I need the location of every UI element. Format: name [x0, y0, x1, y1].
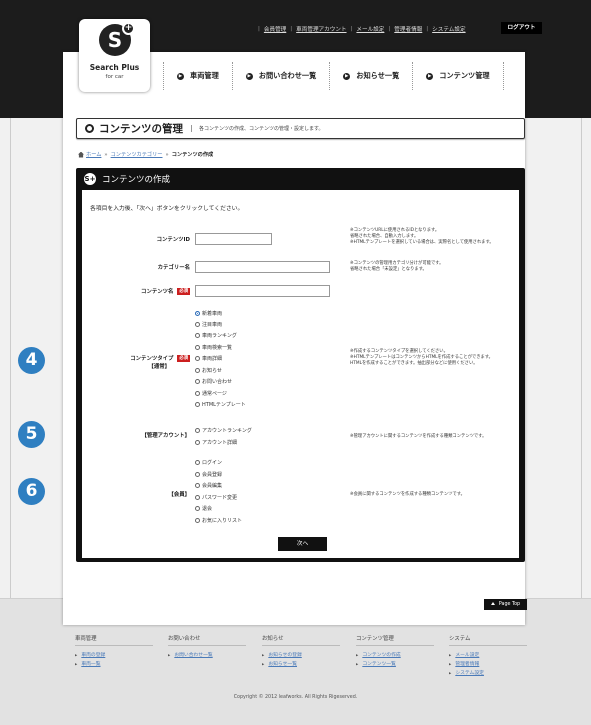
step-badge-5: 5: [18, 421, 45, 448]
radio-member-register[interactable]: 会員登録: [195, 471, 222, 478]
member-label: 【会員】: [168, 492, 190, 498]
home-icon: [78, 151, 84, 158]
arrow-right-icon: ▶: [177, 72, 184, 80]
arrow-up-icon: [490, 602, 495, 605]
radio-password-change[interactable]: パスワード変更: [195, 494, 237, 501]
top-link-vehicle-accounts[interactable]: 車両管理アカウント: [296, 25, 346, 33]
breadcrumb-category[interactable]: コンテンツカテゴリー: [111, 151, 163, 158]
radio-new-vehicles[interactable]: 新着車両: [195, 310, 222, 317]
required-badge: 必須: [177, 288, 190, 295]
content-type-sub-label: 【通常】: [148, 364, 170, 370]
footer-column-news: お知らせ お知らせの登録 お知らせ一覧: [262, 634, 342, 669]
breadcrumb-home[interactable]: ホーム: [86, 151, 101, 158]
page-title: コンテンツの管理: [99, 123, 183, 135]
page-top-button[interactable]: Page Top: [484, 599, 527, 610]
radio-normal-page[interactable]: 通常ページ: [195, 390, 227, 397]
content-name-input[interactable]: [195, 285, 330, 297]
category-name-note: ※コンテンツの管理用カテゴリ分けが可能です。 省略された場合「未設定」となります…: [350, 261, 444, 273]
logo-mark-icon: S +: [99, 22, 135, 56]
breadcrumb-current: コンテンツの作成: [171, 152, 214, 158]
panel-title: コンテンツの作成: [102, 175, 171, 185]
footer-link[interactable]: メール設定: [449, 651, 529, 660]
content-create-panel: S+ コンテンツの作成 各項目を入力後、「次へ」ボタンをクリックしてください。 …: [76, 168, 525, 562]
footer-column-contents: コンテンツ管理 コンテンツの作成 コンテンツ一覧: [356, 634, 436, 669]
left-rule: [10, 118, 11, 598]
footer-column-inquiries: お問い合わせ お問い合わせ一覧: [168, 634, 248, 660]
radio-vehicle-ranking[interactable]: 車両ランキング: [195, 332, 237, 339]
top-link-system-settings[interactable]: システム設定: [432, 25, 465, 33]
radio-html-template[interactable]: HTMLテンプレート: [195, 401, 246, 408]
footer-link[interactable]: お知らせ一覧: [262, 660, 342, 669]
radio-inquiry[interactable]: お問い合わせ: [195, 378, 232, 385]
category-name-input[interactable]: [195, 261, 330, 273]
radio-account-ranking[interactable]: アカウントランキング: [195, 427, 252, 434]
footer-column-vehicles: 車両管理 車両の登録 車両一覧: [75, 634, 155, 669]
radio-account-detail[interactable]: アカウント詳細: [195, 439, 237, 446]
top-link-admin-info[interactable]: 管理者情報: [394, 25, 422, 33]
content-id-note: ※コンテンツURLに使用されるIDとなります。 省略された場合、自動入力します。…: [350, 228, 494, 246]
category-name-label: カテゴリー名: [157, 265, 190, 271]
footer-link[interactable]: 車両の登録: [75, 651, 155, 660]
logo-subtitle: for car: [105, 74, 124, 80]
footer-link[interactable]: お問い合わせ一覧: [168, 651, 248, 660]
content-type-note: ※作成するコンテンツタイプを選択してください。 ※HTMLテンプレートはコンテン…: [350, 349, 493, 367]
radio-login[interactable]: ログイン: [195, 459, 222, 466]
radio-favorites[interactable]: お気に入りリスト: [195, 517, 242, 524]
page-description: 各コンテンツの作成、コンテンツの管理・設定します。: [191, 125, 324, 132]
nav-item-contents[interactable]: ▶ コンテンツ管理: [412, 62, 504, 90]
logo-title: Search Plus: [89, 63, 140, 72]
breadcrumb: ホーム » コンテンツカテゴリー » コンテンツの作成: [78, 151, 213, 158]
search-plus-icon: S+: [84, 173, 96, 185]
footer-link[interactable]: コンテンツの作成: [356, 651, 436, 660]
arrow-right-icon: ▶: [245, 72, 253, 80]
form-intro: 各項目を入力後、「次へ」ボタンをクリックしてください。: [90, 206, 244, 212]
footer-link[interactable]: システム設定: [449, 669, 529, 678]
radio-member-edit[interactable]: 会員編集: [195, 482, 222, 489]
content-id-input[interactable]: [195, 233, 272, 245]
arrow-right-icon: ▶: [343, 72, 351, 80]
main-nav: ▶ 車両管理 ▶ お問い合わせ一覧 ▶ お知らせ一覧 ▶ コンテンツ管理: [163, 62, 504, 90]
member-note: ※会員に関するコンテンツを作成する種類コンテンツです。: [350, 492, 465, 497]
footer-link[interactable]: お知らせの登録: [262, 651, 342, 660]
content-type-label: コンテンツタイプ 必須: [130, 355, 190, 362]
circle-icon: [85, 124, 94, 133]
arrow-right-icon: ▶: [426, 72, 434, 80]
nav-item-vehicles[interactable]: ▶ 車両管理: [163, 62, 232, 90]
copyright: Copyright © 2012 leafworks. All Rights R…: [233, 695, 358, 700]
logo[interactable]: S + Search Plus for car: [79, 19, 150, 92]
footer-link[interactable]: 管理者情報: [449, 660, 529, 669]
nav-item-news[interactable]: ▶ お知らせ一覧: [329, 62, 412, 90]
radio-news[interactable]: お知らせ: [195, 367, 222, 374]
admin-accounts-label: 【管理アカウント】: [141, 433, 190, 439]
radio-vehicle-search[interactable]: 車両検索一覧: [195, 344, 232, 351]
footer-link[interactable]: コンテンツ一覧: [356, 660, 436, 669]
logout-button[interactable]: ログアウト: [501, 22, 542, 34]
radio-withdraw[interactable]: 退会: [195, 505, 212, 512]
content-id-label: コンテンツID: [156, 237, 190, 243]
radio-vehicle-detail[interactable]: 車両詳細: [195, 355, 222, 362]
required-badge: 必須: [177, 355, 190, 362]
top-link-mail-settings[interactable]: メール設定: [356, 25, 384, 33]
utility-nav: | 会員管理 | 車両管理アカウント | メール設定 | 管理者情報 | システム設定: [258, 25, 466, 33]
step-badge-6: 6: [18, 478, 45, 505]
radio-featured-vehicles[interactable]: 注目車両: [195, 321, 222, 328]
panel-body: 各項目を入力後、「次へ」ボタンをクリックしてください。 コンテンツID ※コンテ…: [82, 190, 519, 558]
top-link-members[interactable]: 会員管理: [264, 25, 286, 33]
footer-link[interactable]: 車両一覧: [75, 660, 155, 669]
page-title-box: コンテンツの管理 各コンテンツの作成、コンテンツの管理・設定します。: [76, 118, 525, 139]
admin-accounts-note: ※管理アカウントに関するコンテンツを作成する種類コンテンツです。: [350, 434, 487, 439]
panel-header: S+ コンテンツの作成: [76, 168, 525, 190]
nav-item-inquiries[interactable]: ▶ お問い合わせ一覧: [231, 62, 330, 90]
next-button[interactable]: 次へ: [278, 537, 327, 551]
right-rule: [581, 118, 582, 598]
footer-column-system: システム メール設定 管理者情報 システム設定: [449, 634, 529, 678]
step-badge-4: 4: [18, 347, 45, 374]
content-name-label: コンテンツ名 必須: [141, 288, 190, 295]
